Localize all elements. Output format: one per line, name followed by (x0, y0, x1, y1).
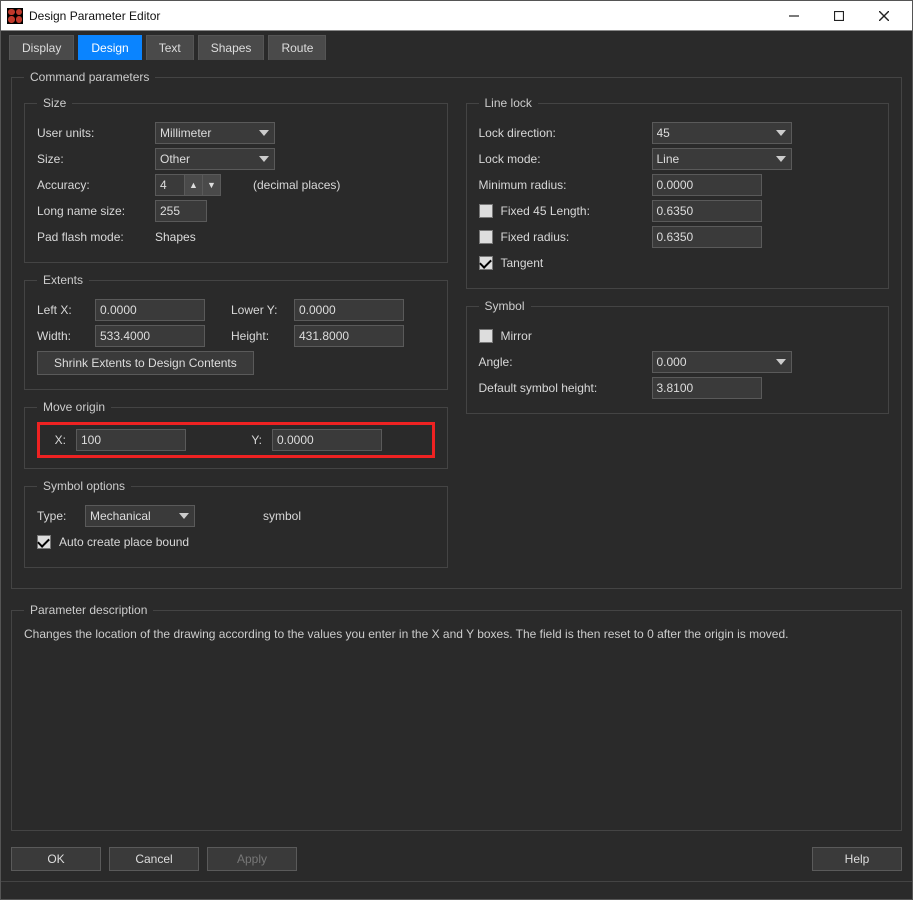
size-label: Size: (37, 152, 147, 166)
lowery-label: Lower Y: (231, 303, 286, 317)
pad-flash-value: Shapes (155, 230, 196, 244)
origin-x-label: X: (44, 433, 66, 447)
app-icon (7, 8, 23, 24)
apply-button[interactable]: Apply (207, 847, 297, 871)
accuracy-label: Accuracy: (37, 178, 147, 192)
close-button[interactable] (861, 1, 906, 31)
parameter-description-group: Parameter description Changes the locati… (11, 603, 902, 831)
tab-strip: Display Design Text Shapes Route (1, 31, 912, 60)
title-bar: Design Parameter Editor (1, 1, 912, 31)
design-parameter-editor-window: Design Parameter Editor Display Design T… (0, 0, 913, 900)
minimize-icon (789, 11, 799, 21)
symbol-group: Symbol Mirror Angle: 0.000 (466, 299, 890, 414)
extents-group: Extents Left X: Lower Y: Width: Height: (24, 273, 448, 390)
user-units-label: User units: (37, 126, 147, 140)
origin-y-input[interactable] (272, 429, 382, 451)
command-parameters-group: Command parameters Size User units: Mill… (11, 70, 902, 589)
leftx-input[interactable] (95, 299, 205, 321)
leftx-label: Left X: (37, 303, 87, 317)
symbol-type-label: Type: (37, 509, 77, 523)
symbol-legend: Symbol (479, 299, 531, 313)
line-lock-group: Line lock Lock direction: 45 Lock mode: (466, 96, 890, 289)
move-origin-highlight: X: Y: (37, 422, 435, 458)
right-column: Line lock Lock direction: 45 Lock mode: (466, 92, 890, 578)
close-icon (879, 11, 889, 21)
caret-down-icon: ▼ (207, 181, 216, 190)
parameter-description-text: Changes the location of the drawing acco… (24, 625, 889, 641)
tangent-checkbox[interactable] (479, 256, 493, 270)
height-input[interactable] (294, 325, 404, 347)
default-height-input[interactable] (652, 377, 762, 399)
tab-shapes[interactable]: Shapes (198, 35, 265, 60)
tangent-label: Tangent (501, 256, 544, 270)
fixed-radius-input[interactable] (652, 226, 762, 248)
left-column: Size User units: Millimeter Size: (24, 92, 448, 578)
long-name-label: Long name size: (37, 204, 147, 218)
origin-x-input[interactable] (76, 429, 186, 451)
min-radius-input[interactable] (652, 174, 762, 196)
mirror-checkbox[interactable] (479, 329, 493, 343)
move-origin-group: Move origin X: Y: (24, 400, 448, 469)
default-height-label: Default symbol height: (479, 381, 644, 395)
width-label: Width: (37, 329, 87, 343)
accuracy-suffix: (decimal places) (253, 178, 340, 192)
lock-mode-select[interactable]: Line (652, 148, 792, 170)
tab-route[interactable]: Route (268, 35, 326, 60)
angle-select[interactable]: 0.000 (652, 351, 792, 373)
accuracy-step-up[interactable]: ▲ (185, 174, 203, 196)
lock-direction-select[interactable]: 45 (652, 122, 792, 144)
angle-label: Angle: (479, 355, 644, 369)
accuracy-spinner[interactable]: ▲ ▼ (155, 174, 221, 196)
accuracy-step-down[interactable]: ▼ (203, 174, 221, 196)
width-input[interactable] (95, 325, 205, 347)
maximize-button[interactable] (816, 1, 861, 31)
size-group: Size User units: Millimeter Size: (24, 96, 448, 263)
ok-button[interactable]: OK (11, 847, 101, 871)
status-bar (1, 881, 912, 899)
drawing-size-select[interactable]: Other (155, 148, 275, 170)
accuracy-input[interactable] (155, 174, 185, 196)
origin-y-label: Y: (240, 433, 262, 447)
maximize-icon (834, 11, 844, 21)
move-origin-legend: Move origin (37, 400, 111, 414)
auto-create-checkbox[interactable] (37, 535, 51, 549)
cancel-button[interactable]: Cancel (109, 847, 199, 871)
lowery-input[interactable] (294, 299, 404, 321)
symbol-type-suffix: symbol (263, 509, 301, 523)
parameter-description-legend: Parameter description (24, 603, 153, 617)
mirror-label: Mirror (501, 329, 532, 343)
tab-text[interactable]: Text (146, 35, 194, 60)
lock-mode-label: Lock mode: (479, 152, 644, 166)
symbol-options-legend: Symbol options (37, 479, 131, 493)
tab-design[interactable]: Design (78, 35, 141, 60)
extents-legend: Extents (37, 273, 89, 287)
fixed-radius-checkbox[interactable] (479, 230, 493, 244)
symbol-type-select[interactable]: Mechanical (85, 505, 195, 527)
caret-up-icon: ▲ (189, 181, 198, 190)
help-button[interactable]: Help (812, 847, 902, 871)
user-units-select[interactable]: Millimeter (155, 122, 275, 144)
fixed45-checkbox[interactable] (479, 204, 493, 218)
tab-display[interactable]: Display (9, 35, 74, 60)
window-title: Design Parameter Editor (29, 9, 771, 23)
symbol-options-group: Symbol options Type: Mechanical symbol (24, 479, 448, 568)
pad-flash-label: Pad flash mode: (37, 230, 147, 244)
fixed45-input[interactable] (652, 200, 762, 222)
fixed45-label: Fixed 45 Length: (501, 204, 590, 218)
minimize-button[interactable] (771, 1, 816, 31)
long-name-input[interactable] (155, 200, 207, 222)
line-lock-legend: Line lock (479, 96, 538, 110)
fixed-radius-label: Fixed radius: (501, 230, 570, 244)
dialog-footer: OK Cancel Apply Help (1, 841, 912, 881)
shrink-extents-button[interactable]: Shrink Extents to Design Contents (37, 351, 254, 375)
auto-create-label: Auto create place bound (59, 535, 189, 549)
lock-direction-label: Lock direction: (479, 126, 644, 140)
height-label: Height: (231, 329, 286, 343)
command-parameters-legend: Command parameters (24, 70, 155, 84)
size-legend: Size (37, 96, 72, 110)
min-radius-label: Minimum radius: (479, 178, 644, 192)
